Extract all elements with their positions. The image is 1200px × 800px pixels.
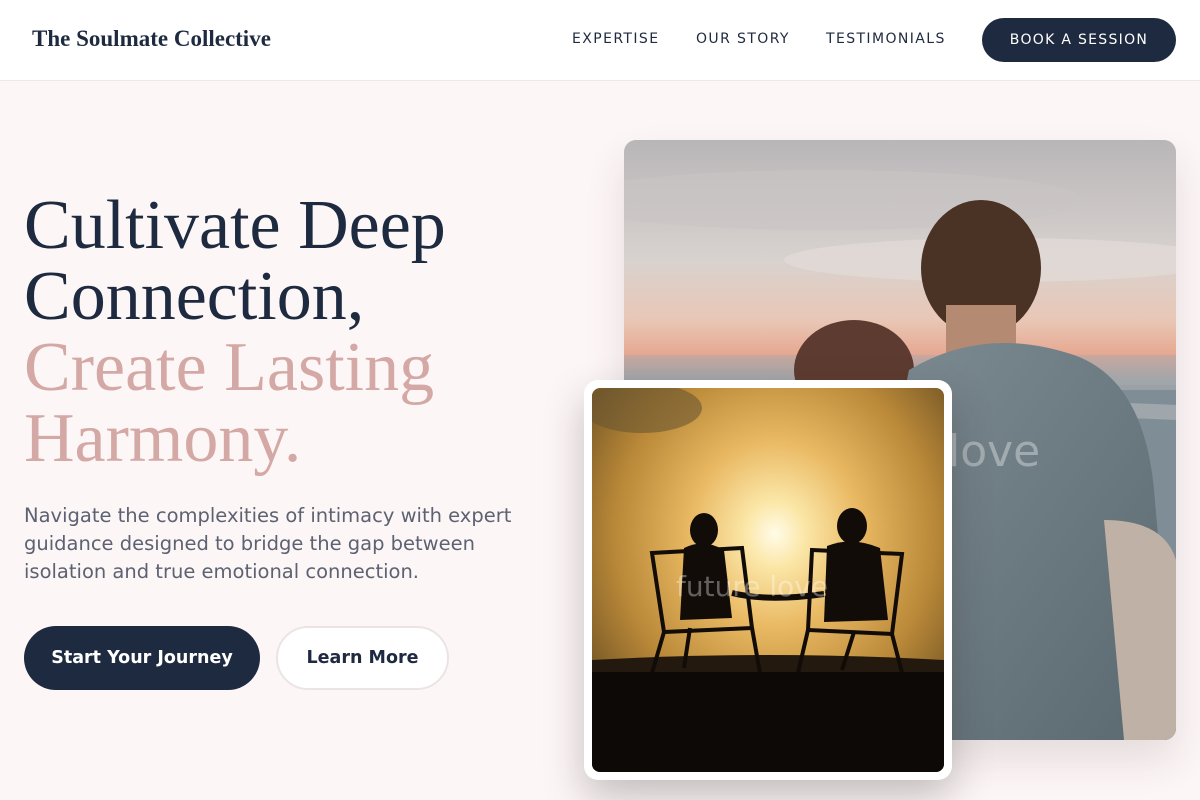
hero-title-line-1: Cultivate Deep [24, 187, 446, 264]
hero-title-line-2: Connection, [24, 258, 365, 335]
main-photo-watermark: love [948, 426, 1040, 477]
hero-title-line-4: Harmony. [24, 400, 302, 477]
start-journey-button[interactable]: Start Your Journey [24, 626, 260, 690]
sunset-couple-photo-card: future love [584, 380, 952, 780]
sunset-couple-photo: future love [592, 388, 944, 772]
book-session-button[interactable]: BOOK A SESSION [982, 18, 1176, 62]
secondary-photo-watermark: future love [676, 570, 828, 603]
nav-link-our-story[interactable]: OUR STORY [696, 31, 790, 47]
hero-title-line-3: Create Lasting [24, 329, 435, 406]
learn-more-button[interactable]: Learn More [276, 626, 449, 690]
hero-title: Cultivate Deep Connection, Create Lastin… [24, 190, 584, 474]
hero-subtitle: Navigate the complexities of intimacy wi… [24, 504, 512, 583]
top-navbar: The Soulmate Collective EXPERTISE OUR ST… [0, 0, 1200, 81]
nav-link-testimonials[interactable]: TESTIMONIALS [826, 31, 946, 47]
nav-link-expertise[interactable]: EXPERTISE [572, 31, 659, 47]
brand-logo[interactable]: The Soulmate Collective [32, 26, 271, 52]
